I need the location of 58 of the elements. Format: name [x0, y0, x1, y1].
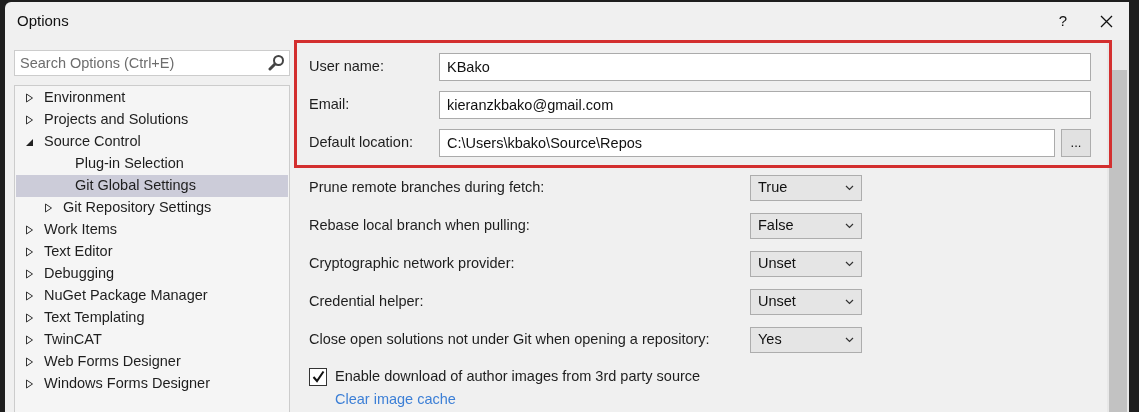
text-field[interactable]: C:\Users\kbako\Source\Repos	[439, 129, 1055, 157]
dropdown[interactable]: Unset	[750, 251, 862, 277]
chevron-down-icon	[845, 223, 854, 229]
search-icon	[268, 54, 285, 71]
field-label: Default location:	[309, 133, 414, 153]
collapsed-arrow-icon[interactable]	[25, 247, 34, 257]
expanded-arrow-icon[interactable]	[25, 137, 34, 147]
field-label: Email:	[309, 95, 351, 115]
tree-item[interactable]: Web Forms Designer	[16, 351, 288, 373]
window-title: Options	[17, 10, 69, 31]
help-button[interactable]: ?	[1043, 9, 1083, 33]
tree-item[interactable]: Text Templating	[16, 307, 288, 329]
clear-cache-link[interactable]: Clear image cache	[335, 388, 1103, 411]
tree-item[interactable]: Source Control	[16, 131, 288, 153]
collapsed-arrow-icon[interactable]	[25, 269, 34, 279]
chevron-down-icon	[845, 299, 854, 305]
field-label: User name:	[309, 57, 385, 77]
tree-item[interactable]: Windows Forms Designer	[16, 373, 288, 395]
tree-item[interactable]: TwinCAT	[16, 329, 288, 351]
setting-label: Rebase local branch when pulling:	[309, 216, 531, 236]
checkbox[interactable]	[309, 367, 327, 386]
setting-label: Cryptographic network provider:	[309, 254, 516, 274]
chevron-down-icon	[845, 185, 854, 191]
tree-item[interactable]: Work Items	[16, 219, 288, 241]
dropdown[interactable]: True	[750, 175, 862, 201]
tree-item[interactable]: Plug-in Selection	[16, 153, 288, 175]
collapsed-arrow-icon[interactable]	[25, 379, 34, 389]
setting-label: Prune remote branches during fetch:	[309, 178, 546, 198]
collapsed-arrow-icon[interactable]	[25, 335, 34, 345]
tree-item[interactable]: Projects and Solutions	[16, 109, 288, 131]
browse-button[interactable]: ...	[1061, 129, 1091, 157]
tree-item[interactable]: Text Editor	[16, 241, 288, 263]
checkmark-icon	[311, 370, 325, 384]
tree-item[interactable]: Environment	[16, 87, 288, 109]
dropdown[interactable]: False	[750, 213, 862, 239]
search-field[interactable]: Search Options (Ctrl+E)	[14, 50, 290, 76]
collapsed-arrow-icon[interactable]	[25, 313, 34, 323]
tree-item[interactable]: Debugging	[16, 263, 288, 285]
chevron-down-icon	[845, 337, 854, 343]
tree-item[interactable]: NuGet Package Manager	[16, 285, 288, 307]
collapsed-arrow-icon[interactable]	[44, 203, 53, 213]
tree-item[interactable]: Git Global Settings	[16, 175, 288, 197]
chevron-down-icon	[845, 261, 854, 267]
dropdown[interactable]: Unset	[750, 289, 862, 315]
checkbox-label: Enable download of author images from 3rd party source	[335, 367, 701, 386]
scrollbar[interactable]	[1107, 40, 1129, 412]
setting-label: Close open solutions not under Git when opening a repository:	[309, 330, 711, 350]
dropdown[interactable]: Yes	[750, 327, 862, 353]
close-icon	[1099, 14, 1113, 28]
collapsed-arrow-icon[interactable]	[25, 291, 34, 301]
collapsed-arrow-icon[interactable]	[25, 93, 34, 103]
text-field[interactable]: kieranzkbako@gmail.com	[439, 91, 1091, 119]
collapsed-arrow-icon[interactable]	[25, 115, 34, 125]
text-field[interactable]: KBako	[439, 53, 1091, 81]
collapsed-arrow-icon[interactable]	[25, 225, 34, 235]
collapsed-arrow-icon[interactable]	[25, 357, 34, 367]
tree-item[interactable]: Git Repository Settings	[16, 197, 288, 219]
setting-label: Credential helper:	[309, 292, 425, 312]
